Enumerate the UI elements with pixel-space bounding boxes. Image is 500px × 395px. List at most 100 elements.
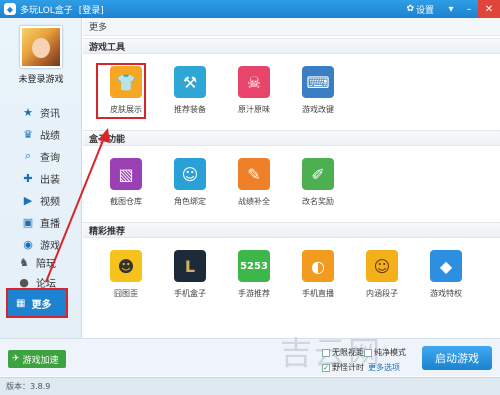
tile-funny-pics[interactable]: ☻ 囧图歪 [101, 250, 151, 310]
tile-screenshot-store[interactable]: ▧ 截图仓库 [101, 158, 151, 218]
funny-face-icon: ☻ [110, 250, 142, 282]
tile-label: 手机直播 [302, 289, 334, 298]
sidebar-item-label: 游戏 [40, 240, 60, 252]
app-logo-icon: ◆ [4, 3, 16, 15]
highlight-box-more [6, 288, 68, 318]
tile-mobile-games[interactable]: 5253 手游推荐 [229, 250, 279, 310]
gear-recommend-icon: ⚒ [174, 66, 206, 98]
sidebar-item-companion[interactable]: ♞ 陪玩 [18, 254, 56, 270]
tile-label: 游戏改键 [302, 105, 334, 114]
rename-reward-icon: ✐ [302, 158, 334, 190]
checkbox-jungle-timer[interactable]: ✓ [322, 363, 330, 372]
tile-label: 游戏特权 [430, 289, 462, 298]
tile-rename-reward[interactable]: ✐ 改名奖励 [293, 158, 343, 218]
option-label: 野怪计时 [332, 363, 364, 372]
tile-original[interactable]: ☠ 原汁原味 [229, 66, 279, 126]
settings-label: 设置 [415, 5, 434, 16]
tile-label: 手机盒子 [174, 289, 206, 298]
tile-role-bind[interactable]: ☺ 角色绑定 [165, 158, 215, 218]
speedup-label: 游戏加速 [22, 355, 59, 366]
tile-label: 内涵段子 [366, 289, 398, 298]
page-title: 更多 [83, 18, 500, 36]
sidebar-item-game[interactable]: ◉ 游戏 [22, 236, 60, 252]
option-jungle-timer[interactable]: ✓ 野怪计时 [322, 362, 364, 373]
start-game-button[interactable]: 启动游戏 [422, 346, 492, 370]
tile-label: 推荐装备 [174, 105, 206, 114]
menu-icon[interactable]: ▾ [442, 0, 460, 18]
section-box-features: 盒子功能 [83, 130, 500, 146]
sidebar: 未登录游戏 ★ 资讯 ♛ 战绩 ⌕ 查询 ✚ 出装 ▶ 视频 ▣ 直播 ◉ 游戏… [0, 18, 82, 376]
search-icon: ⌕ [24, 149, 32, 162]
checkbox-unlimited-view[interactable] [322, 348, 330, 357]
version-label: 版本：3.8.9 [6, 382, 51, 391]
tile-key-remap[interactable]: ⌨ 游戏改键 [293, 66, 343, 126]
tile-recommend-gear[interactable]: ⚒ 推荐装备 [165, 66, 215, 126]
keyboard-icon: ⌨ [302, 66, 334, 98]
gear-icon: ✿ [406, 4, 414, 14]
close-icon[interactable]: ✕ [478, 0, 500, 18]
game-speedup-button[interactable]: ✈ 游戏加速 [8, 350, 66, 368]
tile-label: 改名奖励 [302, 197, 334, 206]
tile-mobile-live[interactable]: ◐ 手机直播 [293, 250, 343, 310]
laugh-icon: ☺ [366, 250, 398, 282]
tile-jokes[interactable]: ☺ 内涵段子 [357, 250, 407, 310]
mobile-live-icon: ◐ [302, 250, 334, 282]
status-bar: 版本：3.8.9 [0, 377, 500, 395]
companion-icon: ♞ [19, 255, 29, 269]
equipment-icon: ✚ [23, 171, 33, 185]
gamepad-icon: ◉ [23, 237, 33, 251]
tile-game-privilege[interactable]: ◆ 游戏特权 [421, 250, 471, 310]
sidebar-item-label: 视频 [40, 196, 60, 208]
tile-label: 手游推荐 [238, 289, 270, 298]
section-recommend: 精彩推荐 [83, 222, 500, 238]
tile-label: 角色绑定 [174, 197, 206, 206]
sidebar-item-label: 直播 [40, 218, 60, 230]
sidebar-item-query[interactable]: ⌕ 查询 [22, 148, 60, 164]
avatar[interactable] [20, 26, 62, 68]
trophy-icon: ♛ [23, 127, 33, 141]
sidebar-item-equipment[interactable]: ✚ 出装 [22, 170, 60, 186]
minimize-icon[interactable]: – [460, 0, 478, 18]
forum-icon: ● [19, 275, 29, 289]
5253-icon: 5253 [238, 250, 270, 282]
screenshot-icon: ▧ [110, 158, 142, 190]
option-label: 纯净模式 [374, 348, 406, 357]
more-options-label: 更多选项 [368, 363, 400, 372]
diamond-icon: ◆ [430, 250, 462, 282]
highlight-box-skin [96, 63, 146, 119]
option-label: 无限视距 [332, 348, 364, 357]
sidebar-item-live[interactable]: ▣ 直播 [22, 214, 60, 230]
sidebar-item-label: 出装 [40, 174, 60, 186]
title-bar: ◆ 多玩LOL盒子 [登录] ✿ 设置 ▾ – ✕ [0, 0, 500, 18]
sidebar-item-label: 战绩 [40, 130, 60, 142]
sidebar-item-label: 查询 [40, 152, 60, 164]
star-icon: ★ [23, 105, 33, 119]
tile-label: 截图仓库 [110, 197, 142, 206]
live-icon: ▣ [22, 215, 34, 229]
more-options-link[interactable]: 更多选项 [368, 362, 400, 373]
option-pure-mode[interactable]: 纯净模式 [364, 347, 406, 358]
video-icon: ▶ [23, 193, 33, 207]
tile-label: 囧图歪 [114, 289, 138, 298]
user-name: 未登录游戏 [18, 75, 64, 85]
tile-record-fill[interactable]: ✎ 战绩补全 [229, 158, 279, 218]
speedup-icon: ✈ [12, 354, 20, 364]
sidebar-item-label: 资讯 [40, 108, 60, 120]
sidebar-item-video[interactable]: ▶ 视频 [22, 192, 60, 208]
checkbox-pure-mode[interactable] [364, 348, 372, 357]
user-bind-icon: ☺ [174, 158, 206, 190]
skull-icon: ☠ [238, 66, 270, 98]
sidebar-item-news[interactable]: ★ 资讯 [22, 104, 60, 120]
lol-mobile-icon: L [174, 250, 206, 282]
tile-mobile-box[interactable]: L 手机盒子 [165, 250, 215, 310]
tile-label: 原汁原味 [238, 105, 270, 114]
record-edit-icon: ✎ [238, 158, 270, 190]
section-game-tools: 游戏工具 [83, 38, 500, 54]
option-unlimited-view[interactable]: 无限视距 [322, 347, 364, 358]
tile-label: 战绩补全 [238, 197, 270, 206]
login-link[interactable]: [登录] [79, 3, 104, 16]
settings-button[interactable]: ✿ 设置 [406, 3, 434, 16]
sidebar-item-record[interactable]: ♛ 战绩 [22, 126, 60, 142]
app-title: 多玩LOL盒子 [20, 5, 73, 16]
sidebar-item-label: 陪玩 [36, 258, 56, 270]
